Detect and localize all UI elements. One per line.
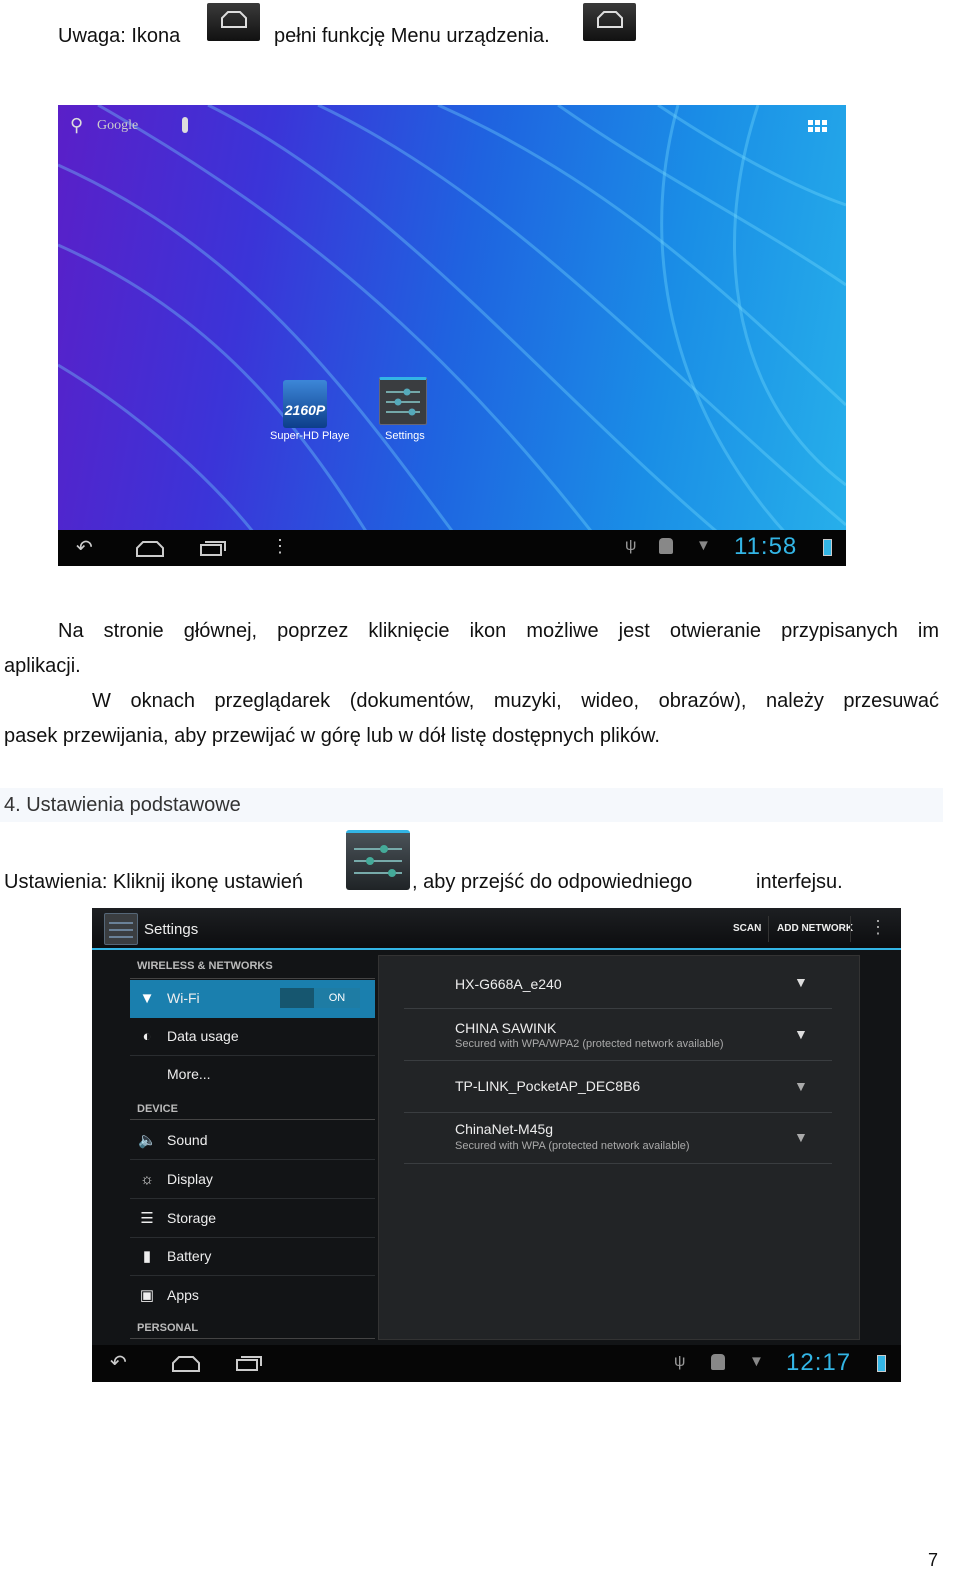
toggle-state: ON: [314, 988, 360, 1008]
app-label[interactable]: Super-HD Playe: [270, 430, 349, 442]
section-header: PERSONAL: [137, 1322, 199, 1334]
home-icon: [583, 3, 636, 41]
divider: [130, 1338, 375, 1339]
section-heading: 4. Ustawienia podstawowe: [4, 794, 241, 816]
clock: 11:58: [734, 533, 798, 560]
wifi-toggle[interactable]: ON: [280, 988, 360, 1008]
battery-icon: [877, 1355, 886, 1372]
apps-icon: ▣: [139, 1287, 155, 1304]
network-name: ChinaNet-M45g: [455, 1121, 554, 1137]
settings-app-icon[interactable]: [379, 377, 427, 425]
note-suffix: pełni funkcję Menu urządzenia.: [274, 25, 550, 47]
wifi-network-list[interactable]: HX-G668A_e240 ▼ CHINA SAWINK Secured with …: [378, 955, 860, 1340]
paragraph-line: pasek przewijania, aby przewijać w górę …: [4, 725, 660, 747]
settings-line-middle: , aby przejść do odpowiedniego: [412, 871, 693, 893]
clock: 12:17: [786, 1349, 852, 1376]
wifi-signal-icon: ▼: [794, 1078, 808, 1094]
paragraph-line: W oknach przeglądarek (dokumentów, muzyk…: [92, 690, 939, 712]
settings-item-data-usage[interactable]: ◐ Data usage: [130, 1018, 375, 1056]
settings-item-apps[interactable]: ▣ Apps: [130, 1277, 375, 1315]
settings-line-prefix: Ustawienia: Kliknij ikonę ustawień: [4, 871, 304, 893]
home-icon[interactable]: [135, 540, 165, 558]
app-label[interactable]: Settings: [385, 430, 425, 442]
divider: [130, 1119, 375, 1120]
settings-screenshot: Settings SCAN ADD NETWORK ⋮ WIRELESS & N…: [92, 908, 901, 1382]
note-prefix: Uwaga: Ikona: [58, 25, 181, 47]
divider: [768, 916, 769, 942]
page-number: 7: [928, 1550, 939, 1570]
section-header: DEVICE: [137, 1103, 178, 1115]
network-row[interactable]: CHINA SAWINK Secured with WPA/WPA2 (prote…: [404, 1009, 832, 1061]
wifi-icon: ▼: [139, 990, 155, 1007]
all-apps-icon[interactable]: [808, 120, 828, 134]
settings-item-more[interactable]: More...: [130, 1056, 375, 1094]
brightness-icon: ☼: [140, 1171, 154, 1188]
settings-item-wifi[interactable]: ▼ Wi-Fi ON: [130, 980, 375, 1018]
wifi-secured-icon: ▼: [794, 1026, 808, 1042]
back-icon[interactable]: ↶: [110, 1350, 127, 1375]
settings-item-storage[interactable]: ☰ Storage: [130, 1200, 375, 1238]
menu-overflow-icon[interactable]: ⋮: [271, 536, 289, 557]
settings-item-battery[interactable]: ▮ Battery: [130, 1238, 375, 1276]
wifi-unknown-icon: ▼: [696, 537, 711, 554]
network-status: Secured with WPA/WPA2 (protected network…: [455, 1038, 724, 1050]
storage-icon: ☰: [140, 1210, 154, 1227]
super-hd-player-app-icon[interactable]: 2160P: [283, 380, 327, 428]
action-bar: Settings SCAN ADD NETWORK ⋮: [92, 908, 901, 950]
battery-icon: [823, 539, 832, 556]
section-header: WIRELESS & NETWORKS: [137, 960, 273, 972]
item-label: Battery: [167, 1248, 212, 1264]
navigation-bar: ↶ ⋮ ψ ▼ 11:58: [58, 530, 846, 566]
back-icon[interactable]: ↶: [76, 535, 93, 560]
usb-icon: ψ: [625, 537, 637, 554]
search-icon[interactable]: ⚲: [70, 115, 83, 136]
home-icon: [207, 3, 260, 41]
item-label: Storage: [167, 1210, 217, 1226]
network-status: Secured with WPA (protected network avai…: [455, 1140, 690, 1152]
item-label: Sound: [167, 1132, 208, 1148]
android-debug-icon: [659, 538, 673, 554]
paragraph-line: Na stronie głównej, poprzez kliknięcie i…: [58, 620, 939, 642]
recent-apps-icon[interactable]: [235, 1354, 263, 1372]
settings-icon[interactable]: [104, 913, 138, 945]
speaker-icon: 🔈: [138, 1132, 157, 1149]
settings-item-display[interactable]: ☼ Display: [130, 1161, 375, 1199]
item-label: Wi-Fi: [167, 990, 200, 1006]
network-name: CHINA SAWINK: [455, 1020, 557, 1036]
item-label: Display: [167, 1171, 213, 1187]
action-bar-title: Settings: [144, 921, 199, 938]
network-name: HX-G668A_e240: [455, 976, 562, 992]
wifi-signal-icon: ▼: [794, 974, 808, 990]
overflow-menu-icon[interactable]: ⋮: [869, 917, 887, 938]
divider: [130, 978, 375, 979]
home-screen-screenshot: ⚲ Google 2160P Super-HD Playe Settings ↶…: [58, 105, 846, 566]
wallpaper-curves: [58, 105, 846, 566]
wifi-secured-icon: ▼: [794, 1129, 808, 1145]
paragraph-line: aplikacji.: [4, 655, 81, 677]
network-row[interactable]: HX-G668A_e240 ▼: [404, 961, 832, 1009]
network-name: TP-LINK_PocketAP_DEC8B6: [455, 1078, 641, 1094]
battery-icon: ▮: [142, 1248, 152, 1265]
divider: [850, 916, 851, 942]
data-usage-icon: ◐: [142, 1028, 152, 1045]
add-network-button[interactable]: ADD NETWORK: [777, 923, 853, 934]
usb-icon: ψ: [674, 1353, 686, 1370]
recent-apps-icon[interactable]: [199, 539, 227, 557]
google-search-label[interactable]: Google: [97, 118, 138, 134]
settings-line-suffix: interfejsu.: [756, 871, 843, 893]
item-label: Apps: [167, 1287, 199, 1303]
item-label: Data usage: [167, 1028, 239, 1044]
android-debug-icon: [711, 1354, 725, 1370]
wifi-unknown-icon: ▼: [749, 1353, 764, 1370]
network-row[interactable]: ChinaNet-M45g Secured with WPA (protected…: [404, 1113, 832, 1164]
scan-button[interactable]: SCAN: [733, 923, 761, 934]
item-label: More...: [167, 1066, 211, 1082]
settings-icon: [346, 830, 410, 890]
app-icon-text: 2160P: [284, 402, 326, 418]
microphone-icon[interactable]: [182, 117, 188, 133]
settings-item-sound[interactable]: 🔈 Sound: [130, 1122, 375, 1160]
navigation-bar: ↶ ψ ▼ 12:17: [92, 1345, 901, 1382]
home-icon[interactable]: [171, 1355, 201, 1373]
network-row[interactable]: TP-LINK_PocketAP_DEC8B6 ▼: [404, 1061, 832, 1113]
